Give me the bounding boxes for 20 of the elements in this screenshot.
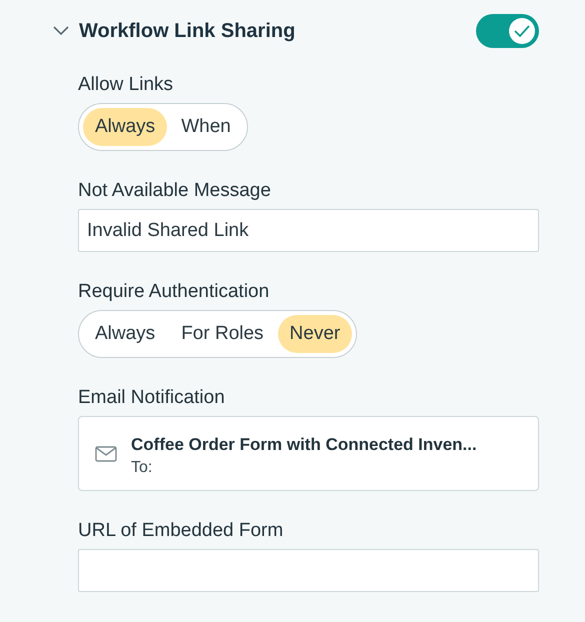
segment-option[interactable]: Always (83, 315, 168, 353)
recipient-label: To: (131, 458, 154, 476)
text-field[interactable] (78, 549, 539, 592)
segment-option[interactable]: For Roles (169, 315, 276, 353)
field-label: Not Available Message (78, 179, 271, 203)
collapse-chevron-icon[interactable] (52, 25, 70, 37)
text-field[interactable]: Invalid Shared Link (78, 209, 539, 252)
field-label: Allow Links (78, 73, 174, 97)
checkmark-icon (513, 24, 531, 38)
segment-option[interactable]: When (169, 108, 243, 146)
email-subject: Coffee Order Form with Connected Inven... (131, 434, 477, 454)
toggle-switch[interactable] (476, 14, 539, 48)
field-label: Require Authentication (78, 280, 270, 304)
section-title: Workflow Link Sharing (79, 20, 296, 42)
field-label: Email Notification (78, 386, 225, 410)
segment-option[interactable]: Always (83, 108, 168, 146)
envelope-icon (95, 446, 117, 462)
email-card[interactable]: Coffee Order Form with Connected Inven... To: (78, 416, 539, 491)
field-label: URL of Embedded Form (78, 519, 284, 543)
segment-option[interactable]: Never (278, 315, 352, 353)
